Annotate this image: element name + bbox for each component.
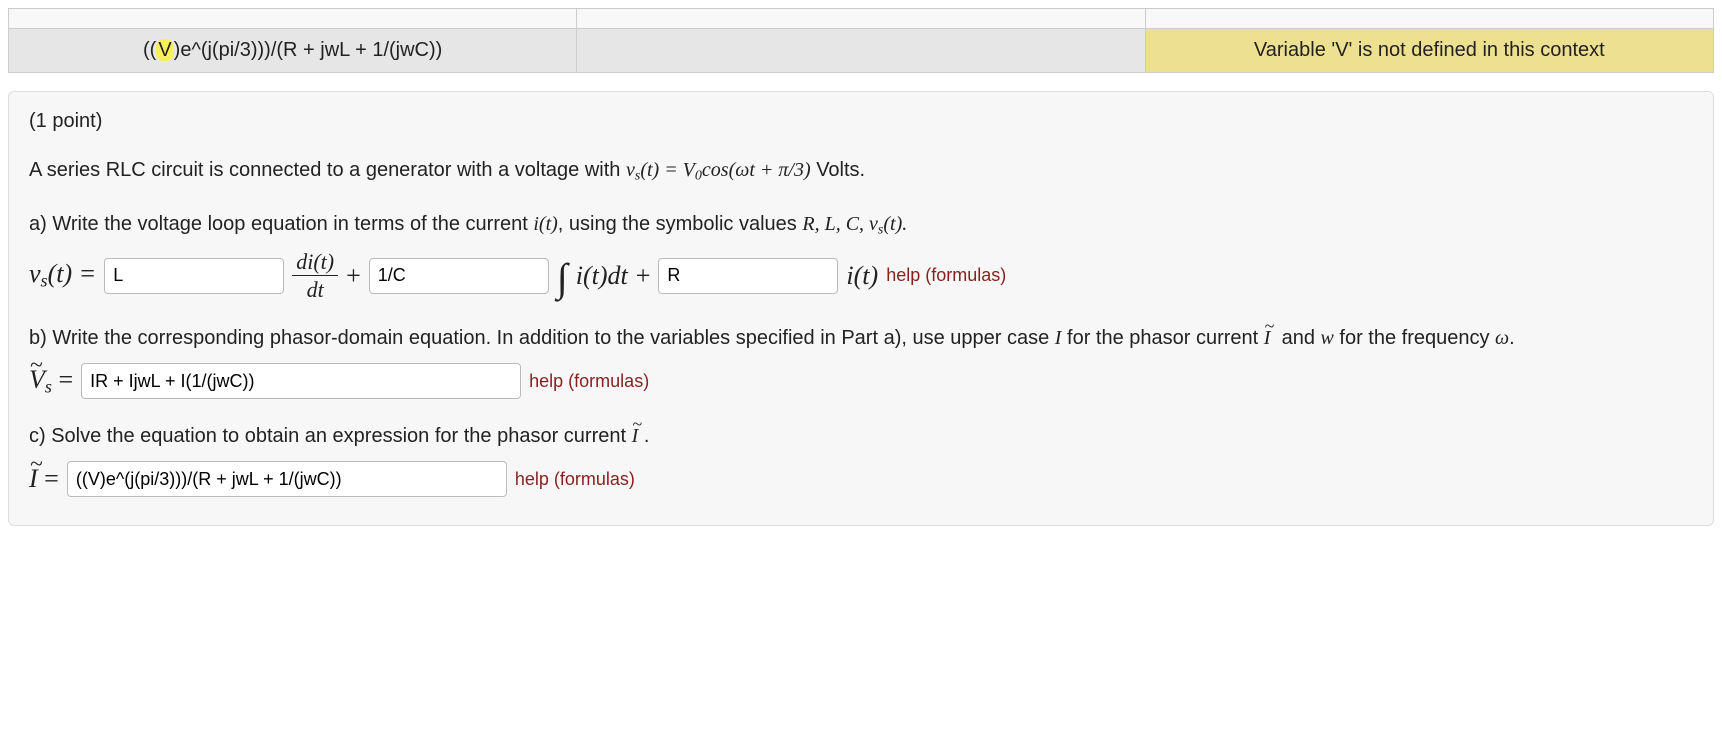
- part-b-equation: Vs = help (formulas): [29, 363, 1693, 399]
- problem-intro: A series RLC circuit is connected to a g…: [29, 155, 1693, 187]
- col-entered-header: [9, 9, 577, 29]
- part-c-help-link[interactable]: help (formulas): [515, 469, 635, 490]
- col-preview-header: [577, 9, 1145, 29]
- part-b-help-link[interactable]: help (formulas): [529, 371, 649, 392]
- part-c-equation: I = help (formulas): [29, 461, 1693, 497]
- part-a-prompt: a) Write the voltage loop equation in te…: [29, 209, 1693, 241]
- entered-prefix: ((: [143, 39, 156, 61]
- integral-icon: ∫: [557, 266, 568, 290]
- answer-preview-cell: [577, 29, 1145, 73]
- entered-answer-cell: ((V)e^(j(pi/3)))/(R + jwL + 1/(jwC)): [9, 29, 577, 73]
- part-c-prompt: c) Solve the equation to obtain an expre…: [29, 421, 1693, 451]
- part-c-blank[interactable]: [67, 461, 507, 497]
- vs-t-lhs: vs(t) =: [29, 259, 96, 292]
- part-b-prompt: b) Write the corresponding phasor-domain…: [29, 323, 1693, 353]
- answer-feedback-table: ((V)e^(j(pi/3)))/(R + jwL + 1/(jwC)) Var…: [8, 8, 1714, 73]
- part-a-blank-1[interactable]: [104, 258, 284, 294]
- entered-suffix: )e^(j(pi/3)))/(R + jwL + 1/(jwC)): [174, 39, 443, 61]
- part-a-help-link[interactable]: help (formulas): [886, 265, 1006, 286]
- col-result-header: [1145, 9, 1713, 29]
- part-a-equation: vs(t) = di(t) dt + ∫ i(t)dt + i(t) help …: [29, 250, 1693, 301]
- points-label: (1 point): [29, 110, 1693, 133]
- entered-error-highlight: V: [156, 39, 173, 61]
- i-phasor-lhs: I =: [29, 464, 59, 494]
- part-a-blank-2[interactable]: [369, 258, 549, 294]
- answer-result-cell: Variable 'V' is not defined in this cont…: [1145, 29, 1713, 73]
- part-a-blank-3[interactable]: [658, 258, 838, 294]
- part-b-blank[interactable]: [81, 363, 521, 399]
- di-dt-fraction: di(t) dt: [292, 250, 338, 301]
- problem-panel: (1 point) A series RLC circuit is connec…: [8, 91, 1714, 526]
- vs-phasor-lhs: Vs =: [29, 365, 73, 398]
